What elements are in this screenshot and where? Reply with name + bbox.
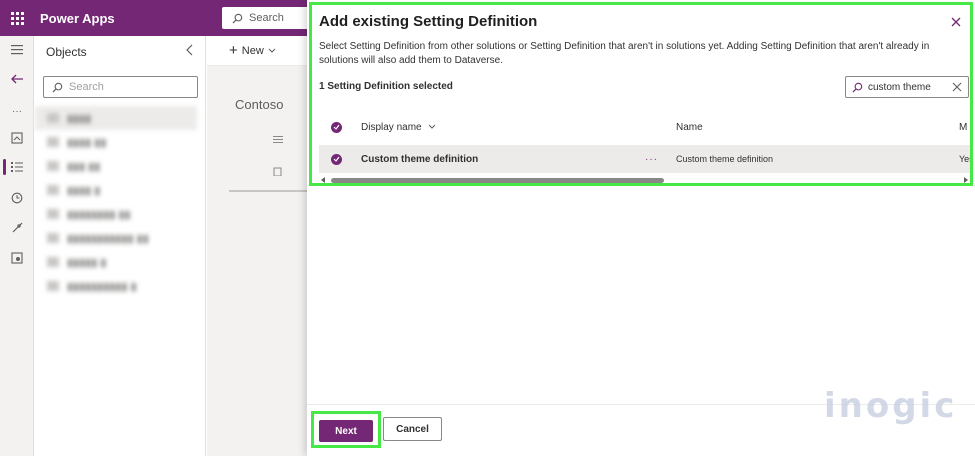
rail-item-history[interactable]	[0, 187, 34, 209]
divider	[229, 190, 319, 192]
list-item: ▮▮▮▮ ▮	[47, 178, 197, 202]
chevron-down-icon	[268, 48, 276, 53]
rocket-icon	[12, 222, 23, 233]
checkmark-icon	[333, 156, 340, 162]
search-icon	[52, 82, 63, 93]
clear-icon[interactable]	[952, 82, 962, 92]
checkmark-icon	[333, 124, 340, 130]
global-search-input[interactable]: Search	[222, 7, 312, 29]
left-nav-rail: ···	[0, 36, 34, 456]
highlight-box: Next	[311, 411, 381, 448]
scroll-right-icon[interactable]	[963, 177, 968, 183]
close-icon[interactable]	[949, 15, 963, 29]
filter-value: custom theme	[868, 81, 931, 93]
rail-item-overview[interactable]	[0, 127, 34, 149]
objects-search-placeholder: Search	[69, 81, 104, 93]
hamburger-icon	[11, 45, 23, 55]
select-all-checkbox[interactable]	[331, 121, 342, 133]
objects-list-blurred: ▮▮▮▮ ▮▮▮▮ ▮▮ ▮▮▮ ▮▮ ▮▮▮▮ ▮ ▮▮▮▮▮▮▮▮ ▮▮ ▮…	[35, 106, 197, 298]
list-item: ▮▮▮▮▮▮▮▮ ▮▮	[47, 202, 197, 226]
objects-search-input[interactable]: Search	[43, 76, 198, 98]
list-item: ▮▮▮▮▮▮▮▮▮▮ ▮	[47, 274, 197, 298]
row-name: Custom theme definition	[676, 154, 774, 164]
waffle-icon	[10, 11, 24, 25]
table-row[interactable]: Custom theme definition ··· Custom theme…	[319, 145, 970, 173]
filter-search-input[interactable]: custom theme	[845, 76, 969, 98]
hamburger-menu-button[interactable]	[0, 39, 34, 61]
column-label: Display name	[361, 121, 422, 133]
scroll-left-icon[interactable]	[321, 177, 326, 183]
row-more-button[interactable]: ···	[645, 154, 658, 165]
list-item: ▮▮▮▮	[35, 106, 197, 130]
back-button[interactable]	[0, 68, 34, 90]
plus-icon: +	[229, 42, 238, 59]
column-header-name[interactable]: Name	[676, 122, 703, 133]
column-header-managed[interactable]: M	[959, 122, 967, 133]
checker-icon	[11, 252, 23, 264]
list-item: ▮▮▮▮▮ ▮	[47, 250, 197, 274]
list-item: ▮▮▮ ▮▮	[47, 154, 197, 178]
history-icon	[11, 192, 23, 204]
chevron-left-icon[interactable]	[185, 44, 195, 56]
back-arrow-icon	[10, 74, 23, 84]
row-checkbox[interactable]	[331, 153, 342, 165]
row-display-name: Custom theme definition	[361, 153, 479, 165]
more-button[interactable]: ···	[0, 100, 34, 122]
rail-item-checker[interactable]	[0, 247, 34, 269]
scrollbar-thumb[interactable]	[331, 178, 664, 183]
search-icon	[852, 82, 863, 93]
app-title[interactable]: Power Apps	[40, 11, 115, 26]
selected-count: 1 Setting Definition selected	[319, 81, 453, 92]
list-item: ▮▮▮▮▮▮▮▮▮▮▮ ▮▮	[47, 226, 197, 250]
rail-item-objects[interactable]	[0, 156, 34, 178]
ellipsis-icon: ···	[12, 105, 22, 117]
objects-list-icon	[11, 161, 23, 172]
breadcrumb-root[interactable]: Contoso	[235, 97, 283, 112]
dialog-title: Add existing Setting Definition	[319, 13, 538, 30]
app-launcher-button[interactable]	[0, 0, 34, 36]
next-button[interactable]: Next	[319, 420, 373, 442]
chevron-down-icon	[429, 124, 436, 129]
overview-icon	[11, 132, 23, 144]
column-header-display-name[interactable]: Display name	[361, 122, 436, 133]
global-search-placeholder: Search	[249, 12, 284, 24]
objects-title: Objects	[46, 45, 87, 59]
grid-header: Display name Name M	[319, 116, 970, 138]
list-item: ▮▮▮▮ ▮▮	[47, 130, 197, 154]
new-button[interactable]: New	[242, 45, 264, 57]
dialog-description: Select Setting Definition from other sol…	[319, 41, 930, 66]
cancel-button[interactable]: Cancel	[383, 417, 442, 441]
watermark-logo: inogic	[824, 386, 958, 426]
horizontal-scrollbar[interactable]	[319, 176, 970, 184]
rail-item-pipelines[interactable]	[0, 217, 34, 239]
list-icon	[273, 136, 283, 176]
search-icon	[232, 13, 243, 24]
objects-panel: Objects Search ▮▮▮▮ ▮▮▮▮ ▮▮ ▮▮▮ ▮▮ ▮▮▮▮ …	[35, 36, 206, 456]
row-managed: Yes	[959, 154, 970, 164]
